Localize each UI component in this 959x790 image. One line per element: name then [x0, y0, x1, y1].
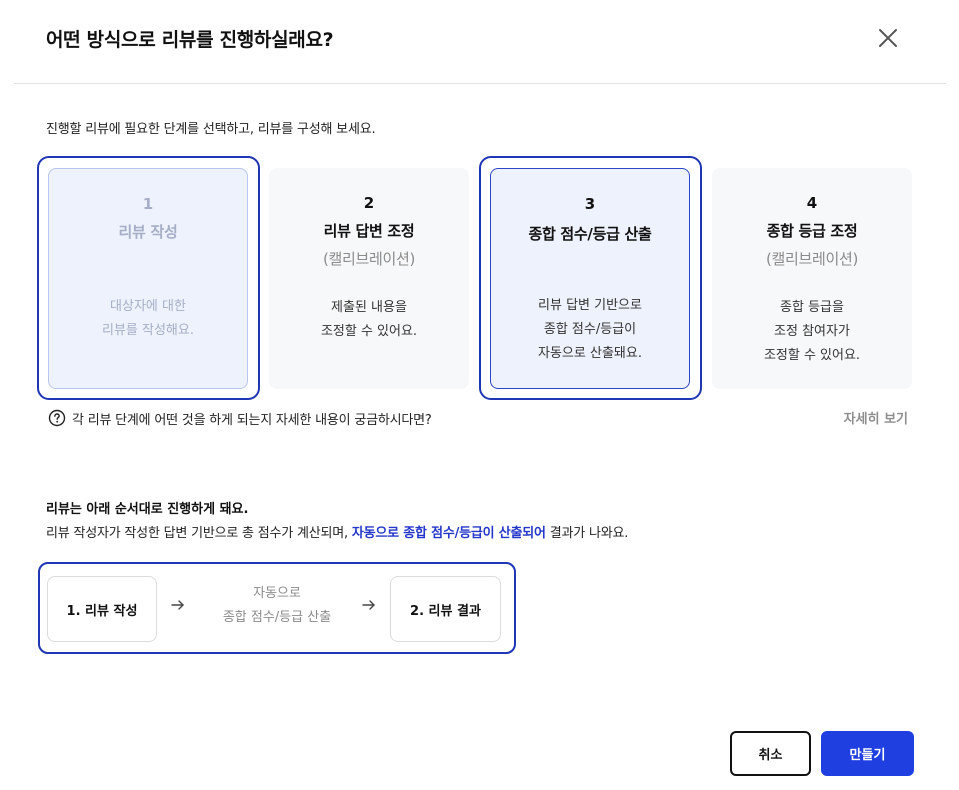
step-name: 종합 점수/등급 산출: [528, 225, 652, 243]
flow-auto-score-step: 자동으로 종합 점수/등급 산출: [222, 586, 332, 625]
flow-card-review-result: 2. 리뷰 결과: [390, 576, 501, 642]
step-description: 제출된 내용을 조정할 수 있어요.: [320, 300, 418, 339]
step-number: 4: [806, 194, 818, 212]
close-icon[interactable]: [872, 22, 904, 54]
step-name: 리뷰 답변 조정: [323, 222, 415, 240]
detail-link[interactable]: 자세히 보기: [844, 408, 908, 427]
intro-text: 진행할 리뷰에 필요한 단계를 선택하고, 리뷰를 구성해 보세요.: [46, 122, 376, 137]
step-description: 종합 등급을 조정 참여자가 조정할 수 있어요.: [763, 300, 861, 363]
dialog-title: 어떤 방식으로 리뷰를 진행하실래요?: [46, 29, 334, 51]
help-text: 각 리뷰 단계에 어떤 것을 하게 되는지 자세한 내용이 궁금하시다면?: [72, 413, 432, 428]
step-name: 리뷰 작성: [118, 223, 178, 241]
step-card-review-write[interactable]: 1 리뷰 작성 대상자에 대한 리뷰를 작성해요.: [48, 168, 248, 389]
step-number: 3: [584, 195, 596, 213]
flow-diagram: 1. 리뷰 작성 자동으로 종합 점수/등급 산출 2. 리뷰 결과: [38, 562, 516, 654]
arrow-right-icon: [361, 597, 377, 613]
arrow-right-icon: [170, 597, 186, 613]
help-row: 각 리뷰 단계에 어떤 것을 하게 되는지 자세한 내용이 궁금하시다면? 자세…: [46, 408, 908, 428]
dialog-header: 어떤 방식으로 리뷰를 진행하실래요?: [0, 0, 959, 84]
question-circle-icon: [48, 409, 66, 427]
flow-description: 리뷰 작성자가 작성한 답변 기반으로 총 점수가 계산되며, 자동으로 종합 …: [46, 526, 629, 541]
flow-card-review-write: 1. 리뷰 작성: [47, 576, 157, 642]
cancel-button[interactable]: 취소: [730, 731, 811, 776]
step-card-answer-calibration[interactable]: 2 리뷰 답변 조정 (캘리브레이션) 제출된 내용을 조정할 수 있어요.: [269, 168, 469, 389]
step-card-score-grade[interactable]: 3 종합 점수/등급 산출 리뷰 답변 기반으로 종합 점수/등급이 자동으로 …: [490, 168, 690, 389]
create-button[interactable]: 만들기: [821, 731, 914, 776]
step-subtitle: (캘리브레이션): [322, 250, 416, 268]
step-description: 리뷰 답변 기반으로 종합 점수/등급이 자동으로 산출돼요.: [538, 298, 642, 361]
step-subtitle: (캘리브레이션): [765, 250, 859, 268]
step-description: 대상자에 대한 리뷰를 작성해요.: [102, 299, 194, 338]
flow-description-highlight: 자동으로 종합 점수/등급이 산출되어: [351, 526, 546, 541]
header-divider: [14, 83, 946, 84]
step-number: 1: [142, 195, 154, 213]
step-name: 종합 등급 조정: [766, 222, 858, 240]
step-number: 2: [363, 194, 375, 212]
step-card-grade-calibration[interactable]: 4 종합 등급 조정 (캘리브레이션) 종합 등급을 조정 참여자가 조정할 수…: [712, 168, 912, 389]
flow-title: 리뷰는 아래 순서대로 진행하게 돼요.: [46, 502, 249, 517]
